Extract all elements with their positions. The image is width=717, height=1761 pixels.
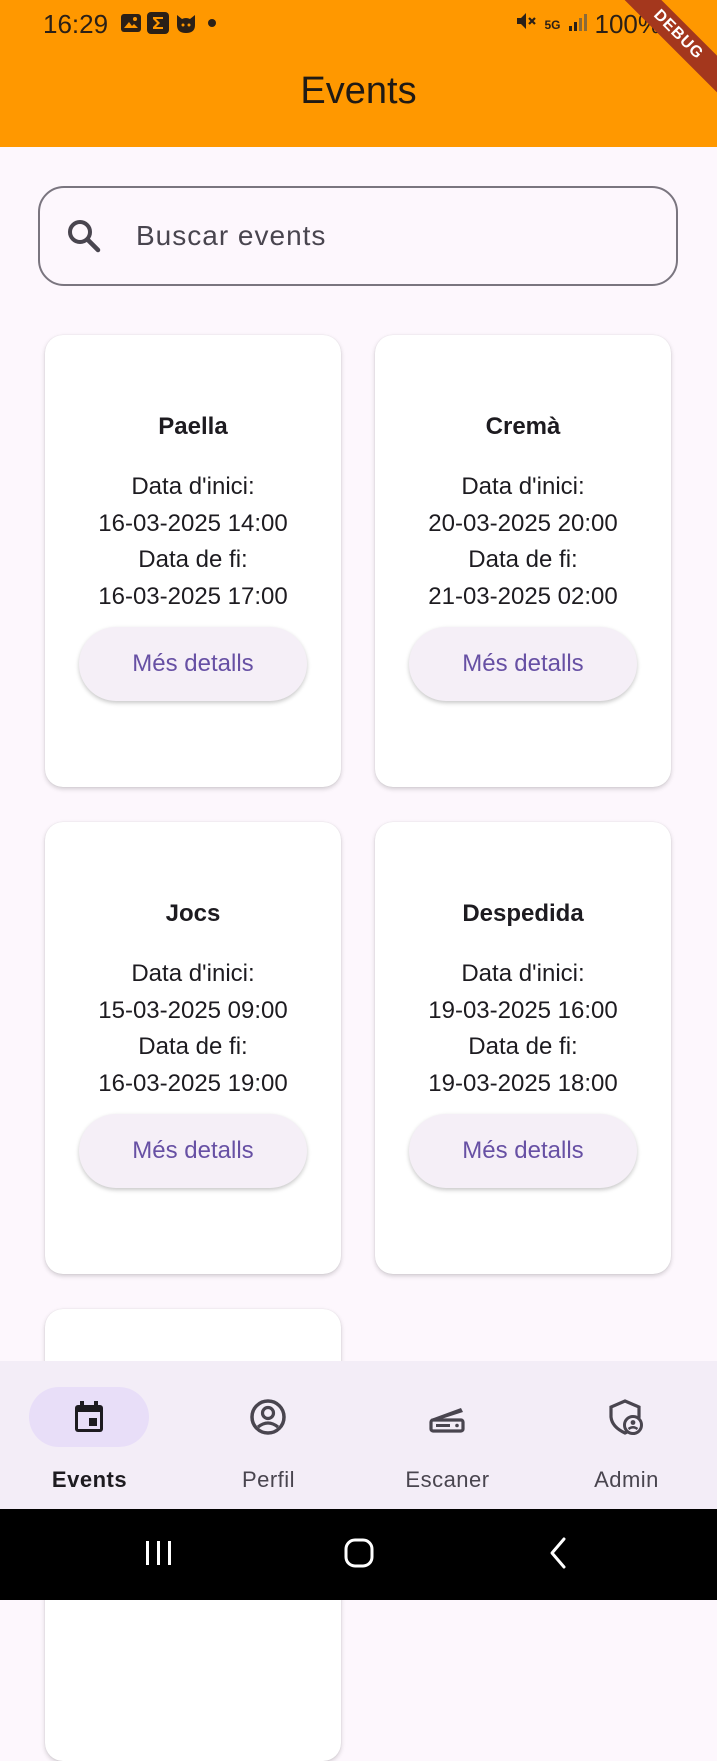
scanner-icon — [427, 1397, 467, 1437]
more-notifications-dot — [202, 13, 222, 38]
admin-shield-icon — [606, 1397, 646, 1437]
start-date-value: 16-03-2025 14:00 — [98, 509, 288, 537]
cat-app-icon — [174, 11, 198, 40]
search-icon — [64, 216, 104, 256]
network-type-icon: 5G — [544, 17, 561, 32]
status-time: 16:29 — [43, 9, 109, 39]
start-date-label: Data d'inici: — [131, 960, 255, 987]
start-date-label: Data d'inici: — [461, 960, 585, 987]
event-dates: Data d'inici: 16-03-2025 14:00 Data de f… — [45, 469, 341, 615]
end-date-label: Data de fi: — [468, 1033, 578, 1060]
nav-label: Events — [51, 1467, 128, 1492]
start-date-label: Data d'inici: — [131, 473, 255, 500]
more-details-button[interactable]: Més detalls — [409, 627, 637, 701]
nav-item-events[interactable]: Events — [0, 1361, 179, 1509]
end-date-value: 21-03-2025 02:00 — [428, 582, 618, 610]
search-input[interactable] — [134, 219, 618, 253]
app-bar: 16:29 5G 100% Events DEBUG — [0, 0, 717, 147]
event-card: Paella Data d'inici: 16-03-2025 14:00 Da… — [45, 335, 341, 787]
event-dates: Data d'inici: 19-03-2025 16:00 Data de f… — [375, 956, 671, 1102]
end-date-value: 19-03-2025 18:00 — [428, 1069, 618, 1097]
end-date-label: Data de fi: — [138, 546, 248, 573]
nav-item-scanner[interactable]: Escaner — [358, 1361, 537, 1509]
recent-apps-button[interactable] — [134, 1531, 184, 1575]
event-dates: Data d'inici: 20-03-2025 20:00 Data de f… — [375, 469, 671, 615]
event-card: Despedida Data d'inici: 19-03-2025 16:00… — [375, 822, 671, 1274]
system-navigation-bar — [0, 1509, 717, 1600]
search-bar[interactable] — [38, 186, 678, 286]
more-details-button[interactable]: Més detalls — [79, 1114, 307, 1188]
event-dates: Data d'inici: 15-03-2025 09:00 Data de f… — [45, 956, 341, 1102]
start-date-label: Data d'inici: — [461, 473, 585, 500]
home-button[interactable] — [334, 1531, 384, 1575]
event-card: Cremà Data d'inici: 20-03-2025 20:00 Dat… — [375, 335, 671, 787]
more-details-button[interactable]: Més detalls — [79, 627, 307, 701]
end-date-label: Data de fi: — [138, 1033, 248, 1060]
nav-item-admin[interactable]: Admin — [537, 1361, 716, 1509]
nav-label: Perfil — [241, 1467, 296, 1492]
event-title: Cremà — [485, 413, 561, 440]
event-title: Paella — [158, 413, 228, 440]
nav-label: Escaner — [405, 1467, 490, 1492]
end-date-label: Data de fi: — [468, 546, 578, 573]
start-date-value: 15-03-2025 09:00 — [98, 996, 288, 1024]
status-bar: 16:29 5G 100% — [0, 0, 717, 48]
start-date-value: 19-03-2025 16:00 — [428, 996, 618, 1024]
nav-item-profile[interactable]: Perfil — [179, 1361, 358, 1509]
bottom-navigation-bar: Events Perfil Escaner Admin — [0, 1361, 717, 1509]
end-date-value: 16-03-2025 19:00 — [98, 1069, 288, 1097]
gallery-icon — [120, 12, 142, 39]
more-details-button[interactable]: Més detalls — [409, 1114, 637, 1188]
event-title: Despedida — [462, 900, 584, 927]
mute-icon — [514, 9, 538, 40]
status-notification-icons — [120, 11, 222, 40]
nav-label: Admin — [594, 1467, 659, 1492]
calendar-icon — [69, 1397, 109, 1437]
start-date-value: 20-03-2025 20:00 — [428, 509, 618, 537]
event-card: Jocs Data d'inici: 15-03-2025 09:00 Data… — [45, 822, 341, 1274]
signal-icon — [567, 9, 589, 40]
page-title: Events — [300, 70, 417, 112]
back-button[interactable] — [534, 1531, 584, 1575]
account-circle-icon — [248, 1397, 288, 1437]
end-date-value: 16-03-2025 17:00 — [98, 582, 288, 610]
sigma-app-icon — [146, 11, 170, 40]
event-title: Jocs — [165, 900, 221, 927]
